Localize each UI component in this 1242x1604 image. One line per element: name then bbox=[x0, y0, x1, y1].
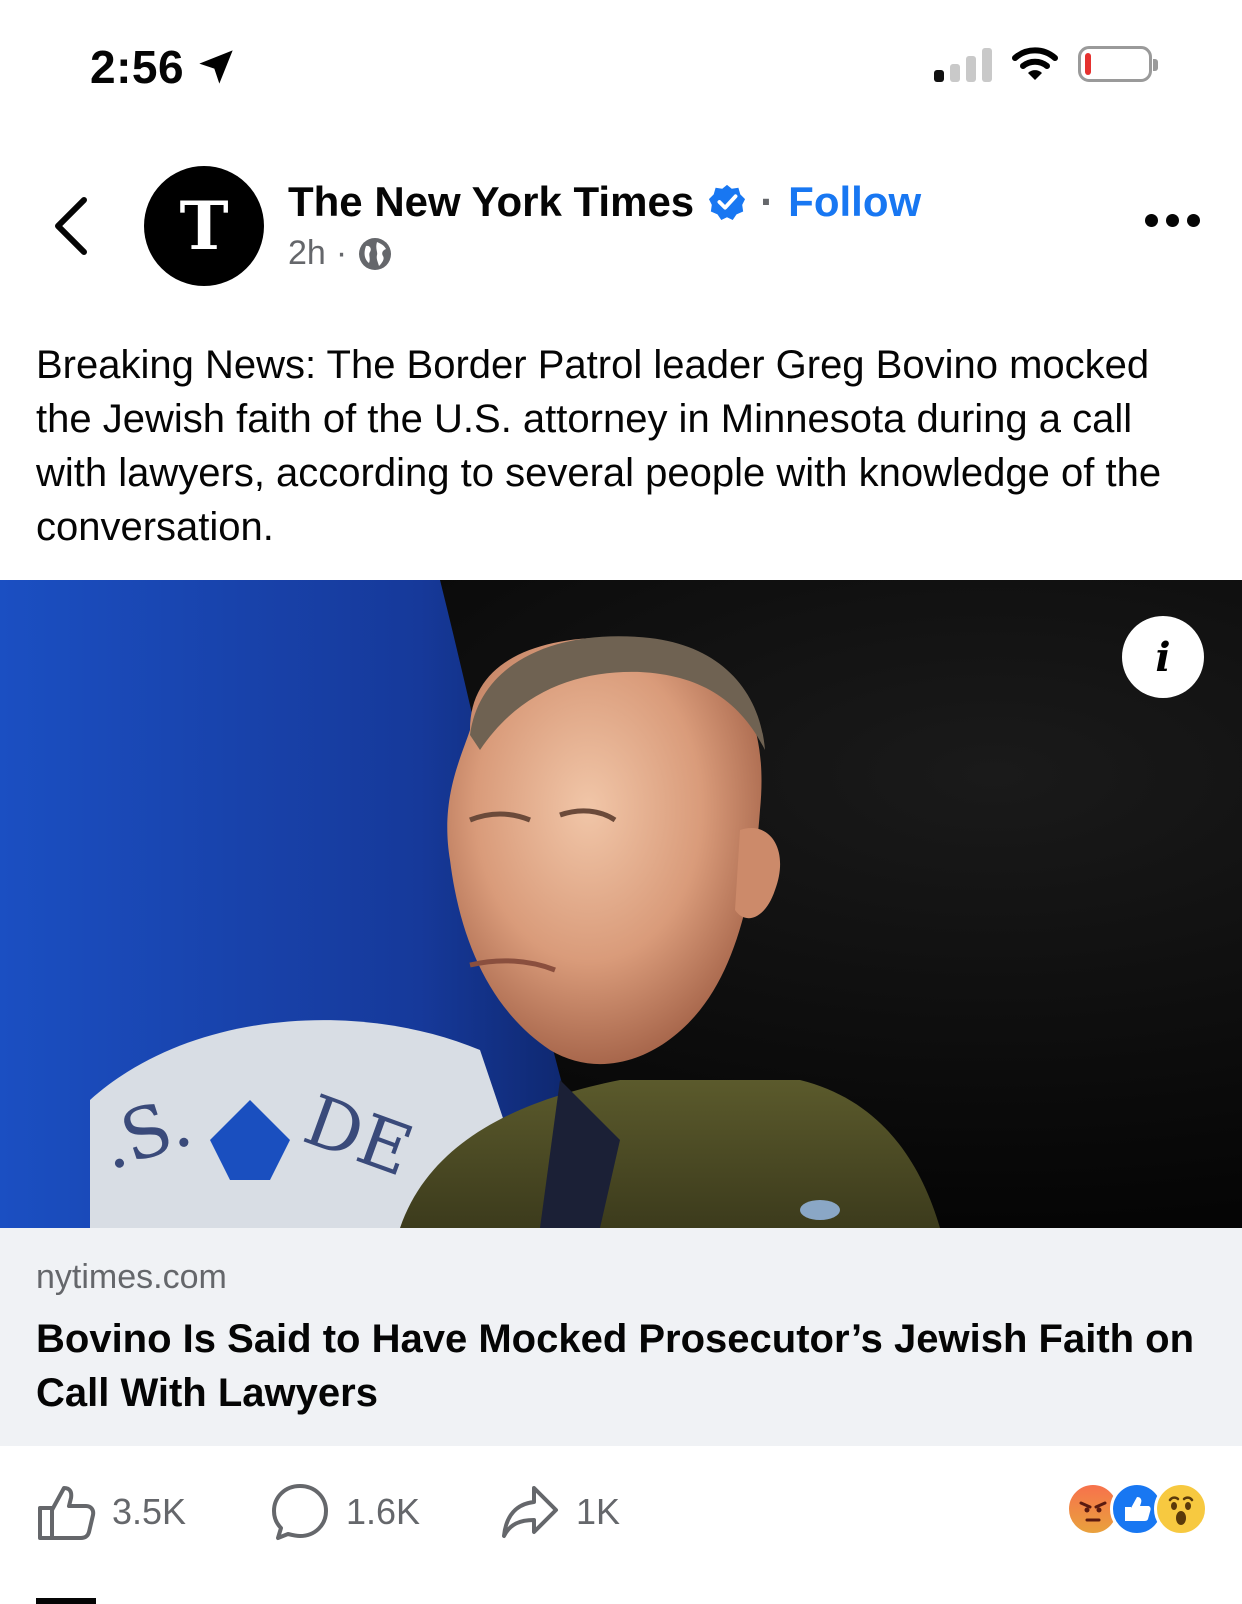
like-count: 3.5K bbox=[112, 1491, 187, 1532]
share-count: 1K bbox=[576, 1491, 621, 1532]
battery-level bbox=[1085, 53, 1091, 75]
meta-separator: · bbox=[335, 234, 348, 272]
share-button[interactable]: 1K bbox=[500, 1476, 620, 1548]
page-name[interactable]: The New York Times bbox=[288, 178, 694, 226]
cellular-signal-icon bbox=[934, 46, 992, 82]
nyt-logo-icon: T bbox=[179, 187, 229, 265]
link-preview-card[interactable]: nytimes.com Bovino Is Said to Have Mocke… bbox=[0, 1228, 1242, 1446]
clock-text: 2:56 bbox=[90, 41, 185, 93]
verified-badge-icon bbox=[709, 184, 746, 221]
article-photo[interactable]: .S. DE i bbox=[0, 580, 1242, 1228]
more-options-icon[interactable] bbox=[1145, 214, 1200, 227]
link-title: Bovino Is Said to Have Mocked Prosecutor… bbox=[36, 1317, 1195, 1415]
post-text: Breaking News: The Border Patrol leader … bbox=[36, 343, 1162, 549]
back-chevron-icon[interactable] bbox=[46, 194, 96, 258]
share-arrow-icon bbox=[502, 1486, 558, 1538]
comment-bubble-icon bbox=[272, 1484, 328, 1540]
status-time: 2:56 bbox=[90, 40, 236, 94]
info-icon[interactable]: i bbox=[1122, 616, 1204, 698]
comment-count: 1.6K bbox=[346, 1491, 421, 1532]
separator-dot: · bbox=[760, 178, 775, 225]
battery-low-icon bbox=[1078, 46, 1158, 82]
page-avatar[interactable]: T bbox=[144, 166, 264, 286]
wow-reaction-icon bbox=[1154, 1482, 1208, 1536]
location-arrow-icon bbox=[199, 50, 233, 84]
post-timestamp[interactable]: 2h bbox=[288, 234, 326, 273]
photo-illustration: .S. DE bbox=[0, 580, 940, 1228]
globe-icon bbox=[359, 237, 392, 270]
status-bar: 2:56 bbox=[0, 0, 1242, 130]
post-header: T The New York Times · Follow 2h · bbox=[0, 160, 1242, 290]
page-name-row: The New York Times · Follow bbox=[288, 178, 921, 226]
like-button[interactable]: 3.5K bbox=[36, 1476, 186, 1548]
comment-button[interactable]: 1.6K bbox=[270, 1476, 420, 1548]
thumbs-up-icon bbox=[38, 1486, 96, 1540]
next-section-edge bbox=[36, 1592, 156, 1604]
wifi-icon bbox=[1012, 47, 1058, 80]
link-domain: nytimes.com bbox=[36, 1258, 227, 1296]
action-bar: 3.5K 1.6K 1K bbox=[0, 1476, 1242, 1548]
follow-button[interactable]: Follow bbox=[788, 178, 921, 226]
post-meta: 2h · bbox=[288, 234, 393, 273]
reaction-summary[interactable] bbox=[1066, 1482, 1208, 1536]
status-indicators bbox=[934, 46, 1158, 82]
